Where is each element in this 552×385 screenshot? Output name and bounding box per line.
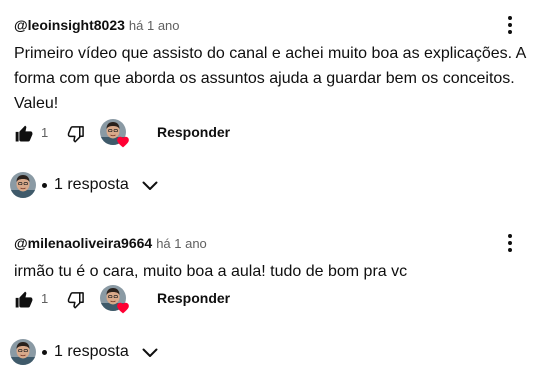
reply-author-avatar [10,172,36,198]
separator-dot [42,350,47,355]
heart-icon [117,136,129,148]
heart-icon [117,302,129,314]
reply-author-avatar [10,339,36,365]
like-count: 1 [41,125,49,140]
creator-heart-badge [100,119,130,149]
chevron-down-icon [142,348,158,357]
thumb-down-icon[interactable] [66,290,86,310]
comment-header: @milenaoliveira9664 há 1 ano [14,234,207,253]
like-count: 1 [41,291,49,306]
comment-text: Primeiro vídeo que assisto do canal e ac… [14,45,526,112]
comment-timestamp[interactable]: há 1 ano [129,18,180,33]
comment-author[interactable]: @leoinsight8023 [14,17,125,33]
creator-heart-badge [100,285,130,315]
chevron-down-icon [142,181,158,190]
replies-count-label: 1 resposta [54,343,129,360]
more-actions-icon[interactable] [504,232,516,254]
comment-author[interactable]: @milenaoliveira9664 [14,235,152,251]
comment-header: @leoinsight8023 há 1 ano [14,16,180,35]
reply-button[interactable]: Responder [157,124,230,140]
comment-timestamp[interactable]: há 1 ano [156,236,207,251]
comment-text: irmão tu é o cara, muito boa a aula! tud… [14,263,408,280]
thumb-down-icon[interactable] [66,124,86,144]
thumb-up-icon[interactable] [14,290,34,310]
reply-button[interactable]: Responder [157,290,230,306]
replies-count-label: 1 resposta [54,176,129,193]
separator-dot [42,183,47,188]
thumb-up-icon[interactable] [14,124,34,144]
more-actions-icon[interactable] [504,14,516,36]
